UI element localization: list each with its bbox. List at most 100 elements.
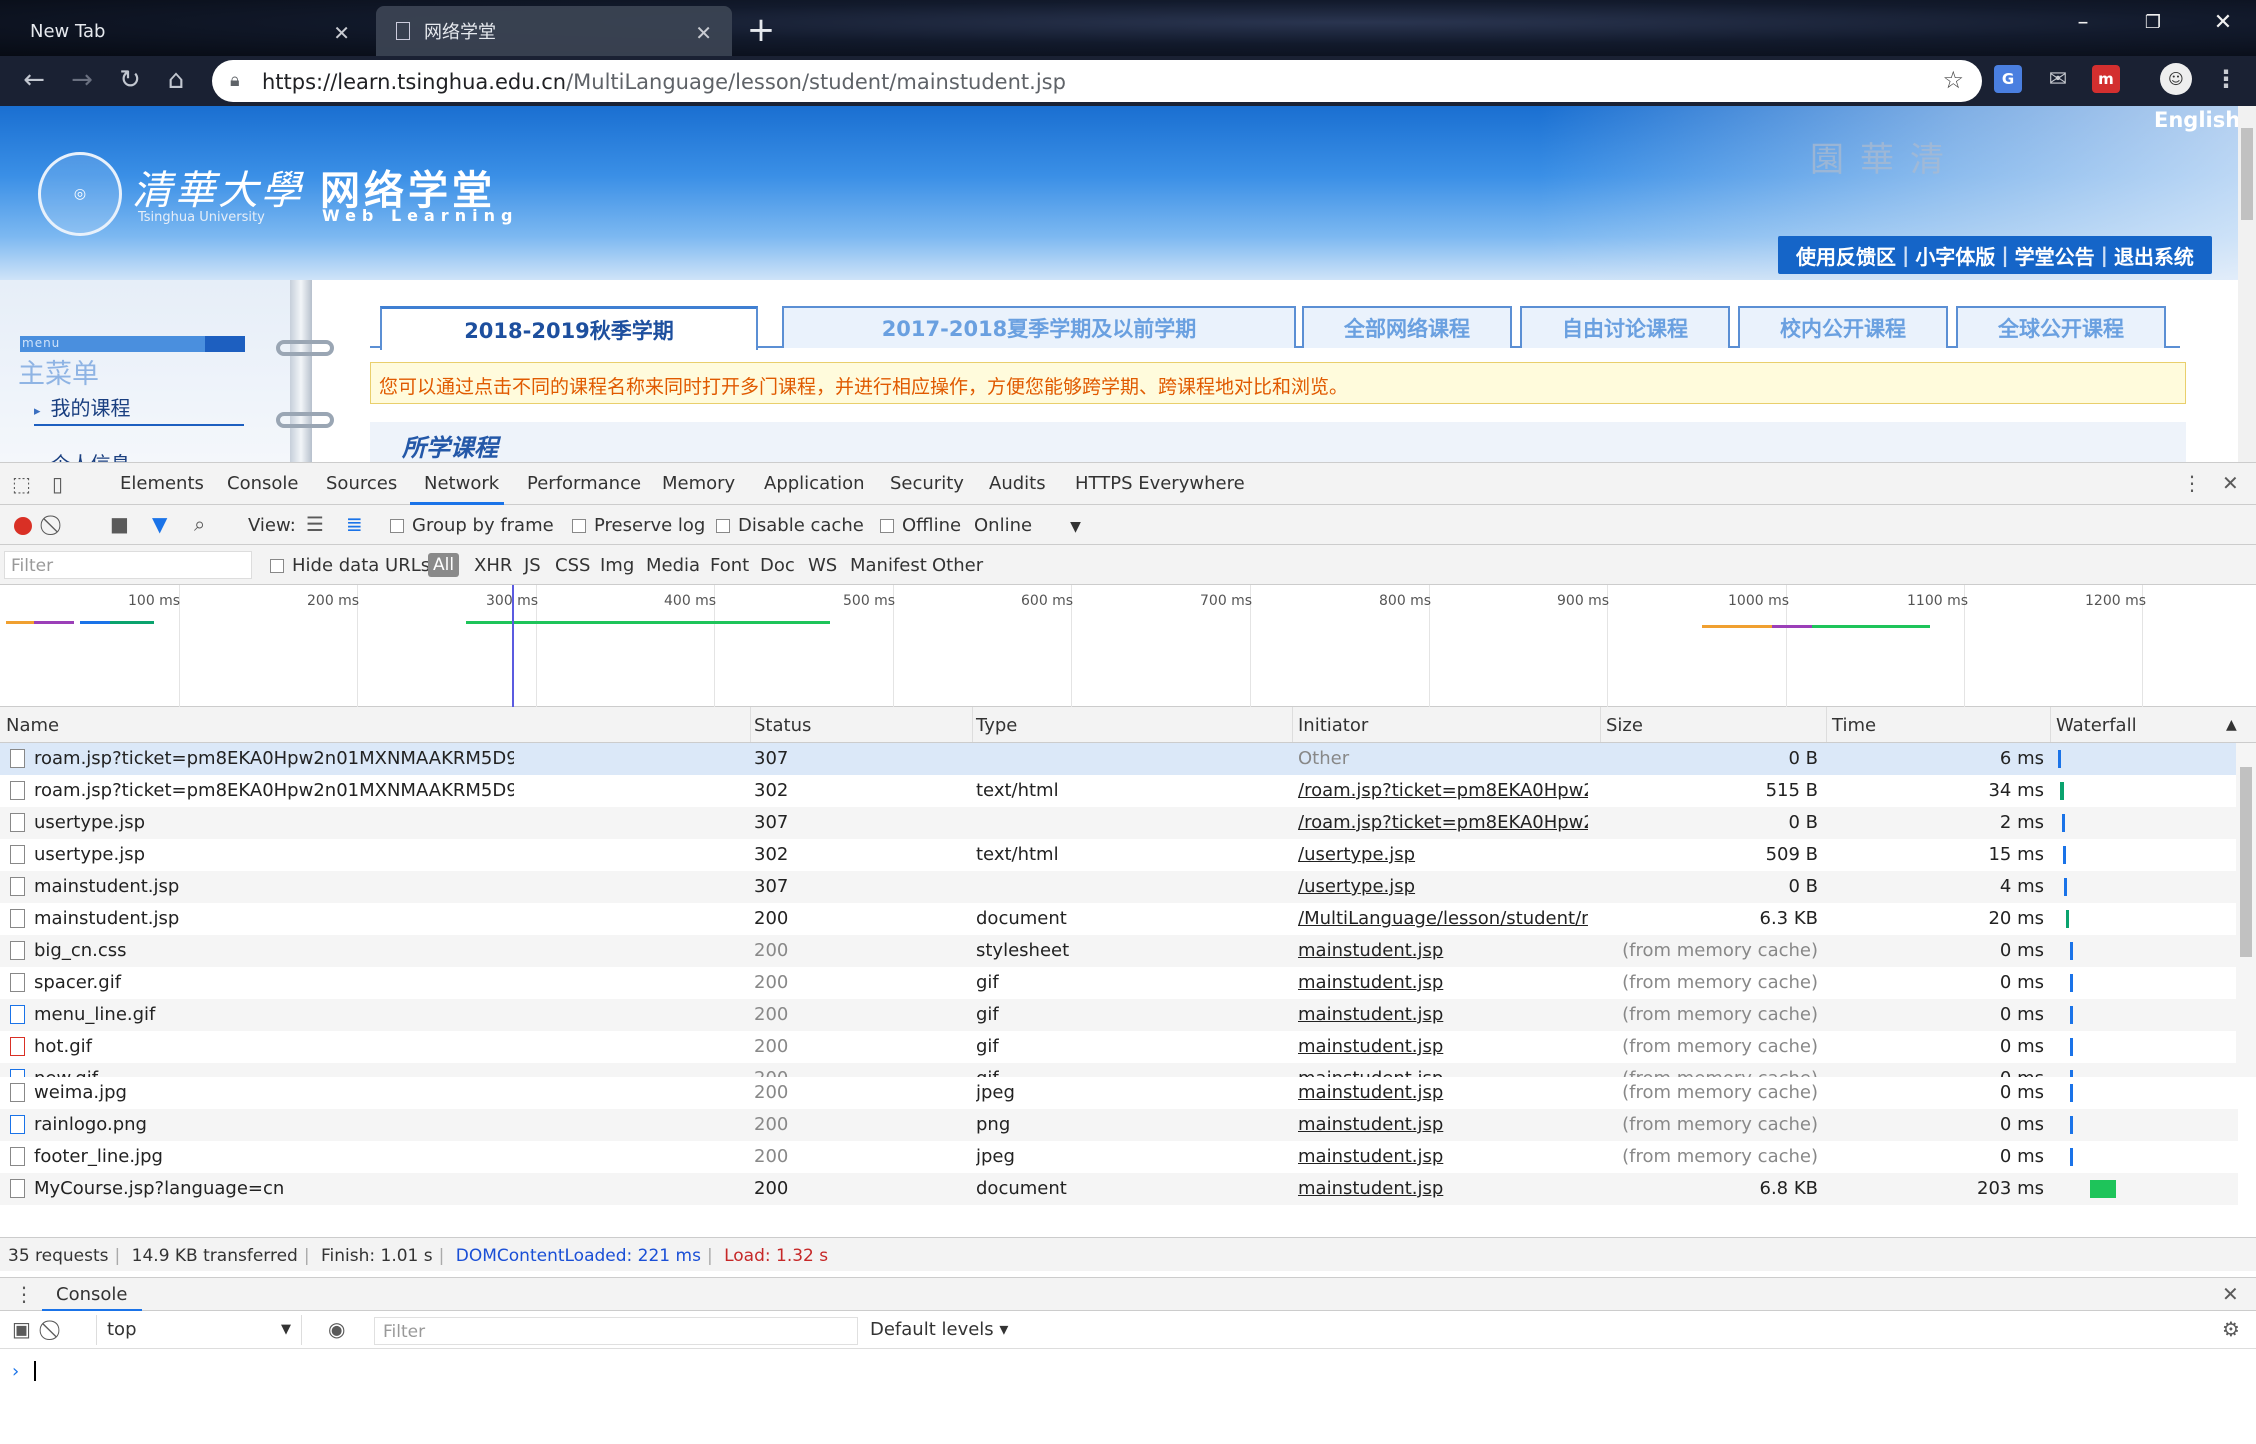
back-arrow-icon[interactable]: ← [14,60,54,100]
tab-campus-open-courses[interactable]: 校内公开课程 [1738,306,1948,348]
page-scrollbar[interactable] [2238,106,2256,462]
menu-item-personal-info[interactable]: ▸个人信息 [34,448,131,462]
tab-all-courses[interactable]: 全部网络课程 [1302,306,1512,348]
log-levels-select[interactable]: Default levels ▾ [870,1319,1008,1340]
record-icon[interactable] [14,517,32,535]
filter-type-other[interactable]: Other [932,555,983,576]
tab-close-icon[interactable]: ✕ [695,21,712,45]
filter-type-all[interactable]: All [428,553,460,577]
tab-elements[interactable]: Elements [120,473,204,494]
table-row[interactable]: new.gif 200 gif mainstudent.jsp (from me… [0,1063,2238,1077]
restore-icon[interactable]: ❐ [2120,0,2186,44]
table-row[interactable]: rainlogo.png 200 png mainstudent.jsp (fr… [0,1109,2238,1141]
menu-item-my-courses[interactable]: ▸ 我的课程 [34,392,131,421]
table-row[interactable]: mainstudent.jsp 307 /usertype.jsp 0 B 4 … [0,871,2238,903]
logout-link[interactable]: 退出系统 [2108,241,2200,270]
filter-type-manifest[interactable]: Manifest [850,555,927,576]
tab-discussion-courses[interactable]: 自由讨论课程 [1520,306,1730,348]
column-status[interactable]: Status [754,715,811,736]
request-initiator[interactable]: mainstudent.jsp [1298,1146,1588,1167]
tab-new-tab[interactable]: New Tab ✕ [10,6,370,56]
drawer-menu-icon[interactable]: ⋮ [14,1282,34,1306]
request-initiator[interactable]: mainstudent.jsp [1298,940,1588,961]
tab-application[interactable]: Application [764,473,865,494]
request-initiator[interactable]: mainstudent.jsp [1298,1114,1588,1135]
browser-menu-icon[interactable]: ⋮ [2212,65,2240,93]
m-extension-icon[interactable]: m [2092,65,2120,93]
screenshot-camera-icon[interactable]: ■ [110,512,129,536]
request-initiator[interactable]: mainstudent.jsp [1298,1004,1588,1025]
request-initiator[interactable]: mainstudent.jsp [1298,1036,1588,1057]
console-filter-input[interactable]: Filter [374,1317,858,1345]
url-text[interactable]: https://learn.tsinghua.edu.cn/MultiLangu… [262,70,1066,94]
table-row[interactable]: MyCourse.jsp?language=cn 200 document ma… [0,1173,2238,1205]
minimize-icon[interactable]: – [2050,0,2116,44]
feedback-link[interactable]: 使用反馈区 [1790,241,1902,270]
throttling-select[interactable]: Online ▼ [974,515,1081,536]
tab-global-open-courses[interactable]: 全球公开课程 [1956,306,2166,348]
tab-performance[interactable]: Performance [527,473,641,494]
request-initiator[interactable]: /usertype.jsp [1298,876,1588,897]
tab-close-icon[interactable]: ✕ [333,21,350,45]
hide-data-urls-checkbox[interactable]: Hide data URLs [270,555,430,576]
column-waterfall[interactable]: Waterfall [2056,715,2137,736]
table-row[interactable]: menu_line.gif 200 gif mainstudent.jsp (f… [0,999,2238,1031]
request-initiator[interactable]: mainstudent.jsp [1298,972,1588,993]
context-select[interactable]: top ▼ [96,1315,302,1345]
small-font-link[interactable]: 小字体版 [1909,241,2001,270]
tab-wangluo-xuetang[interactable]: 网络学堂 ✕ [376,6,732,56]
column-size[interactable]: Size [1606,715,1643,736]
filter-type-font[interactable]: Font [710,555,749,576]
table-row[interactable]: roam.jsp?ticket=pm8EKA0Hpw2n01MXNMAAKRM5… [0,775,2238,807]
request-list-scrollbar[interactable] [2236,743,2256,1077]
drawer-tab-console[interactable]: Console [56,1284,127,1305]
preserve-log-checkbox[interactable]: Preserve log [572,515,705,536]
tab-console[interactable]: Console [227,473,298,494]
table-row[interactable]: roam.jsp?ticket=pm8EKA0Hpw2n01MXNMAAKRM5… [0,743,2238,775]
reload-icon[interactable]: ↻ [110,60,150,100]
console-settings-gear-icon[interactable]: ⚙ [2222,1317,2240,1341]
tab-audits[interactable]: Audits [989,473,1046,494]
table-row[interactable]: mainstudent.jsp 200 document /MultiLangu… [0,903,2238,935]
waterfall-view-icon[interactable]: ≣ [346,512,363,536]
device-toolbar-icon[interactable]: ▯ [52,472,63,496]
table-row[interactable]: usertype.jsp 307 /roam.jsp?ticket=pm8EKA… [0,807,2238,839]
request-initiator[interactable]: /MultiLanguage/lesson/student/m... [1298,908,1588,929]
tab-security[interactable]: Security [890,473,964,494]
column-initiator[interactable]: Initiator [1298,715,1368,736]
request-initiator[interactable]: mainstudent.jsp [1298,1068,1588,1077]
filter-type-css[interactable]: CSS [555,555,590,576]
search-icon[interactable]: ⌕ [194,512,205,536]
close-devtools-icon[interactable]: ✕ [2222,471,2239,495]
table-row[interactable]: spacer.gif 200 gif mainstudent.jsp (from… [0,967,2238,999]
tab-https-everywhere[interactable]: HTTPS Everywhere [1075,473,1245,494]
large-rows-icon[interactable]: ☰ [306,512,324,536]
tab-network[interactable]: Network [424,473,499,494]
address-bar[interactable]: 🔒︎ https://learn.tsinghua.edu.cn/MultiLa… [212,60,1982,102]
sidebar-toggle-icon[interactable]: ▣ [12,1317,31,1341]
mail-extension-icon[interactable]: ✉ [2044,65,2072,93]
filter-type-js[interactable]: JS [524,555,541,576]
filter-funnel-icon[interactable]: ▼ [152,512,167,536]
table-row[interactable]: hot.gif 200 gif mainstudent.jsp (from me… [0,1031,2238,1063]
column-type[interactable]: Type [976,715,1017,736]
close-window-icon[interactable]: ✕ [2190,0,2256,44]
tab-2018-2019-autumn[interactable]: 2018-2019秋季学期 [380,306,758,350]
home-icon[interactable]: ⌂ [156,60,196,100]
tab-sources[interactable]: Sources [326,473,397,494]
live-expression-eye-icon[interactable]: ◉ [328,1317,345,1341]
network-overview-timeline[interactable]: 100 ms 200 ms 300 ms 400 ms 500 ms 600 m… [0,585,2256,707]
group-by-frame-checkbox[interactable]: Group by frame [390,515,554,536]
request-initiator[interactable]: /usertype.jsp [1298,844,1588,865]
tab-2017-2018-summer[interactable]: 2017-2018夏季学期及以前学期 [782,306,1296,348]
english-link[interactable]: English [2154,108,2238,132]
request-initiator[interactable]: /roam.jsp?ticket=pm8EKA0Hpw2n... [1298,812,1588,833]
sort-up-icon[interactable]: ▲ [2226,717,2237,733]
table-row[interactable]: usertype.jsp 302 text/html /usertype.jsp… [0,839,2238,871]
request-initiator[interactable]: mainstudent.jsp [1298,1082,1588,1103]
network-filter-input[interactable]: Filter [4,551,252,579]
column-name[interactable]: Name [6,715,59,736]
table-row[interactable]: weima.jpg 200 jpeg mainstudent.jsp (from… [0,1077,2238,1109]
inspect-element-icon[interactable]: ⬚ [12,472,31,496]
disable-cache-checkbox[interactable]: Disable cache [716,515,864,536]
